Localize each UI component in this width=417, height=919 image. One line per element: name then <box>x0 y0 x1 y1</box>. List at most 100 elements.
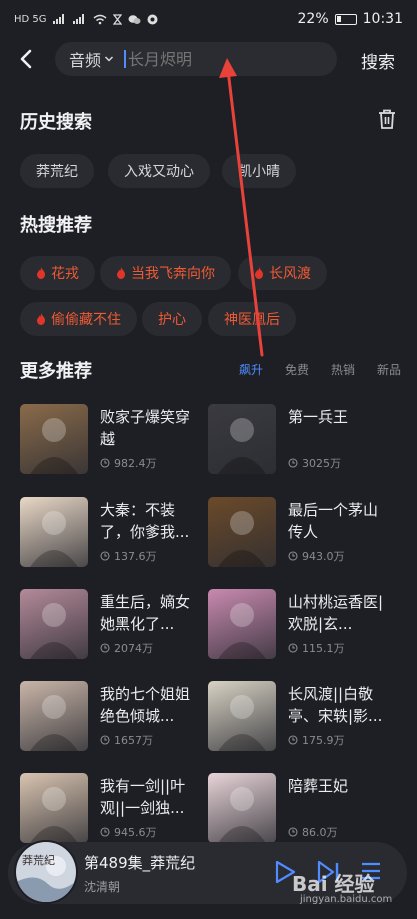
hourglass-icon <box>112 13 122 25</box>
book-card[interactable]: 重生后，嫡女她黑化了... 2074万 <box>20 589 210 661</box>
play-count-icon <box>100 458 110 468</box>
play-count-icon <box>288 643 298 653</box>
book-cover <box>208 589 276 659</box>
book-cover <box>20 681 88 751</box>
history-section-title: 历史搜索 <box>20 112 92 133</box>
book-cover <box>208 773 276 843</box>
hot-chip[interactable]: 花戎 <box>20 256 95 290</box>
book-card[interactable]: 败家子爆笑穿越 982.4万 <box>20 404 210 476</box>
history-chip[interactable]: 凯小晴 <box>222 154 296 188</box>
tab-bestselling[interactable]: 热销 <box>331 361 355 378</box>
player-cover: 莽荒紀 <box>14 840 78 904</box>
play-count-icon <box>100 827 110 837</box>
ranking-tabs: 飙升 免费 热销 新品 <box>239 361 401 378</box>
book-play-count-value: 2074万 <box>114 642 153 655</box>
search-button[interactable]: 搜索 <box>361 48 395 73</box>
book-title: 山村桃运香医|欢脱|玄... <box>288 593 384 633</box>
book-play-count: 2074万 <box>100 640 153 656</box>
book-card[interactable]: 长风渡||白敬亭、宋轶|影... 175.9万 <box>208 681 398 753</box>
hot-chip[interactable]: 当我飞奔向你 <box>100 256 231 290</box>
trash-icon[interactable] <box>377 108 397 130</box>
svg-text:莽荒紀: 莽荒紀 <box>22 854 55 867</box>
book-title: 陪葬王妃 <box>288 777 349 795</box>
signal-icon-2 <box>72 14 84 24</box>
book-play-count-value: 943.0万 <box>302 550 345 563</box>
book-card[interactable]: 最后一个茅山传人 943.0万 <box>208 497 398 569</box>
tab-new[interactable]: 新品 <box>377 361 401 378</box>
book-play-count-value: 3025万 <box>302 457 341 470</box>
search-input[interactable] <box>128 49 299 69</box>
status-bar: HD 5G 22% 10:31 <box>0 0 417 38</box>
book-play-count: 86.0万 <box>288 824 338 840</box>
tab-free[interactable]: 免费 <box>285 361 309 378</box>
hot-chip[interactable]: 神医凰后 <box>208 302 296 336</box>
book-play-count: 115.1万 <box>288 640 345 656</box>
search-box[interactable]: 音频 <box>55 42 337 76</box>
book-card[interactable]: 陪葬王妃 86.0万 <box>208 773 398 845</box>
wechat-icon <box>128 14 141 24</box>
text-cursor <box>124 50 127 68</box>
book-title: 第一兵王 <box>288 408 349 426</box>
hot-chip[interactable]: 护心 <box>142 302 202 336</box>
chevron-down-icon <box>104 56 114 62</box>
wifi-icon <box>93 14 106 24</box>
history-chip[interactable]: 莽荒纪 <box>20 154 94 188</box>
book-play-count-value: 1657万 <box>114 734 153 747</box>
hot-chip-label: 长风渡 <box>269 266 311 282</box>
book-play-count-value: 115.1万 <box>302 642 345 655</box>
battery-percent: 22% <box>297 11 329 27</box>
book-title: 败家子爆笑穿越 <box>100 408 191 448</box>
book-card[interactable]: 我有一剑||叶观||一剑独... 945.6万 <box>20 773 210 845</box>
book-card[interactable]: 第一兵王 3025万 <box>208 404 398 476</box>
hot-chip[interactable]: 偷偷藏不住 <box>20 302 137 336</box>
book-cover <box>20 497 88 567</box>
play-count-icon <box>288 458 298 468</box>
hot-chip-label: 偷偷藏不住 <box>51 312 121 328</box>
book-play-count-value: 982.4万 <box>114 457 157 470</box>
book-title: 重生后，嫡女她黑化了... <box>100 593 191 633</box>
flame-icon <box>37 267 45 279</box>
back-arrow-icon[interactable] <box>16 48 38 70</box>
book-title: 我有一剑||叶观||一剑独... <box>100 777 186 817</box>
watermark-brand: Bai 经验 <box>292 872 375 896</box>
signal-icon <box>52 14 64 24</box>
book-play-count: 982.4万 <box>100 455 157 471</box>
book-card[interactable]: 山村桃运香医|欢脱|玄... 115.1万 <box>208 589 398 661</box>
player-track-title: 第489集_莽荒纪 <box>84 854 196 872</box>
book-cover <box>208 404 276 474</box>
more-section-title: 更多推荐 <box>20 361 92 382</box>
play-count-icon <box>100 643 110 653</box>
book-play-count-value: 945.6万 <box>114 826 157 839</box>
app-notification-icon <box>147 14 158 24</box>
play-count-icon <box>288 551 298 561</box>
player-author: 沈清朝 <box>84 880 121 894</box>
signal-indicators: HD 5G <box>14 14 158 25</box>
book-card[interactable]: 我的七个姐姐绝色倾城... 1657万 <box>20 681 210 753</box>
book-card[interactable]: 大秦：不装了，你爹我... 137.6万 <box>20 497 210 569</box>
search-header: 音频 搜索 <box>0 40 417 80</box>
search-scope-dropdown[interactable]: 音频 <box>69 47 114 71</box>
hot-section-title: 热搜推荐 <box>20 215 92 236</box>
book-cover <box>208 681 276 751</box>
book-title: 长风渡||白敬亭、宋轶|影... <box>288 685 383 725</box>
hot-chip-label: 花戎 <box>51 266 79 282</box>
book-play-count-value: 137.6万 <box>114 550 157 563</box>
flame-icon <box>255 267 263 279</box>
play-count-icon <box>288 827 298 837</box>
book-cover <box>208 497 276 567</box>
search-scope-label: 音频 <box>69 51 102 70</box>
book-title: 最后一个茅山传人 <box>288 501 379 541</box>
play-count-icon <box>288 735 298 745</box>
book-title: 大秦：不装了，你爹我... <box>100 501 190 541</box>
play-count-icon <box>100 551 110 561</box>
flame-icon <box>37 313 45 325</box>
book-play-count: 175.9万 <box>288 732 345 748</box>
book-play-count-value: 175.9万 <box>302 734 345 747</box>
book-play-count-value: 86.0万 <box>302 826 338 839</box>
hot-chip-label: 当我飞奔向你 <box>131 266 215 282</box>
hot-chip[interactable]: 长风渡 <box>238 256 327 290</box>
tab-rising[interactable]: 飙升 <box>239 361 263 378</box>
play-count-icon <box>100 735 110 745</box>
history-chip[interactable]: 入戏又动心 <box>108 154 210 188</box>
book-play-count: 1657万 <box>100 732 153 748</box>
